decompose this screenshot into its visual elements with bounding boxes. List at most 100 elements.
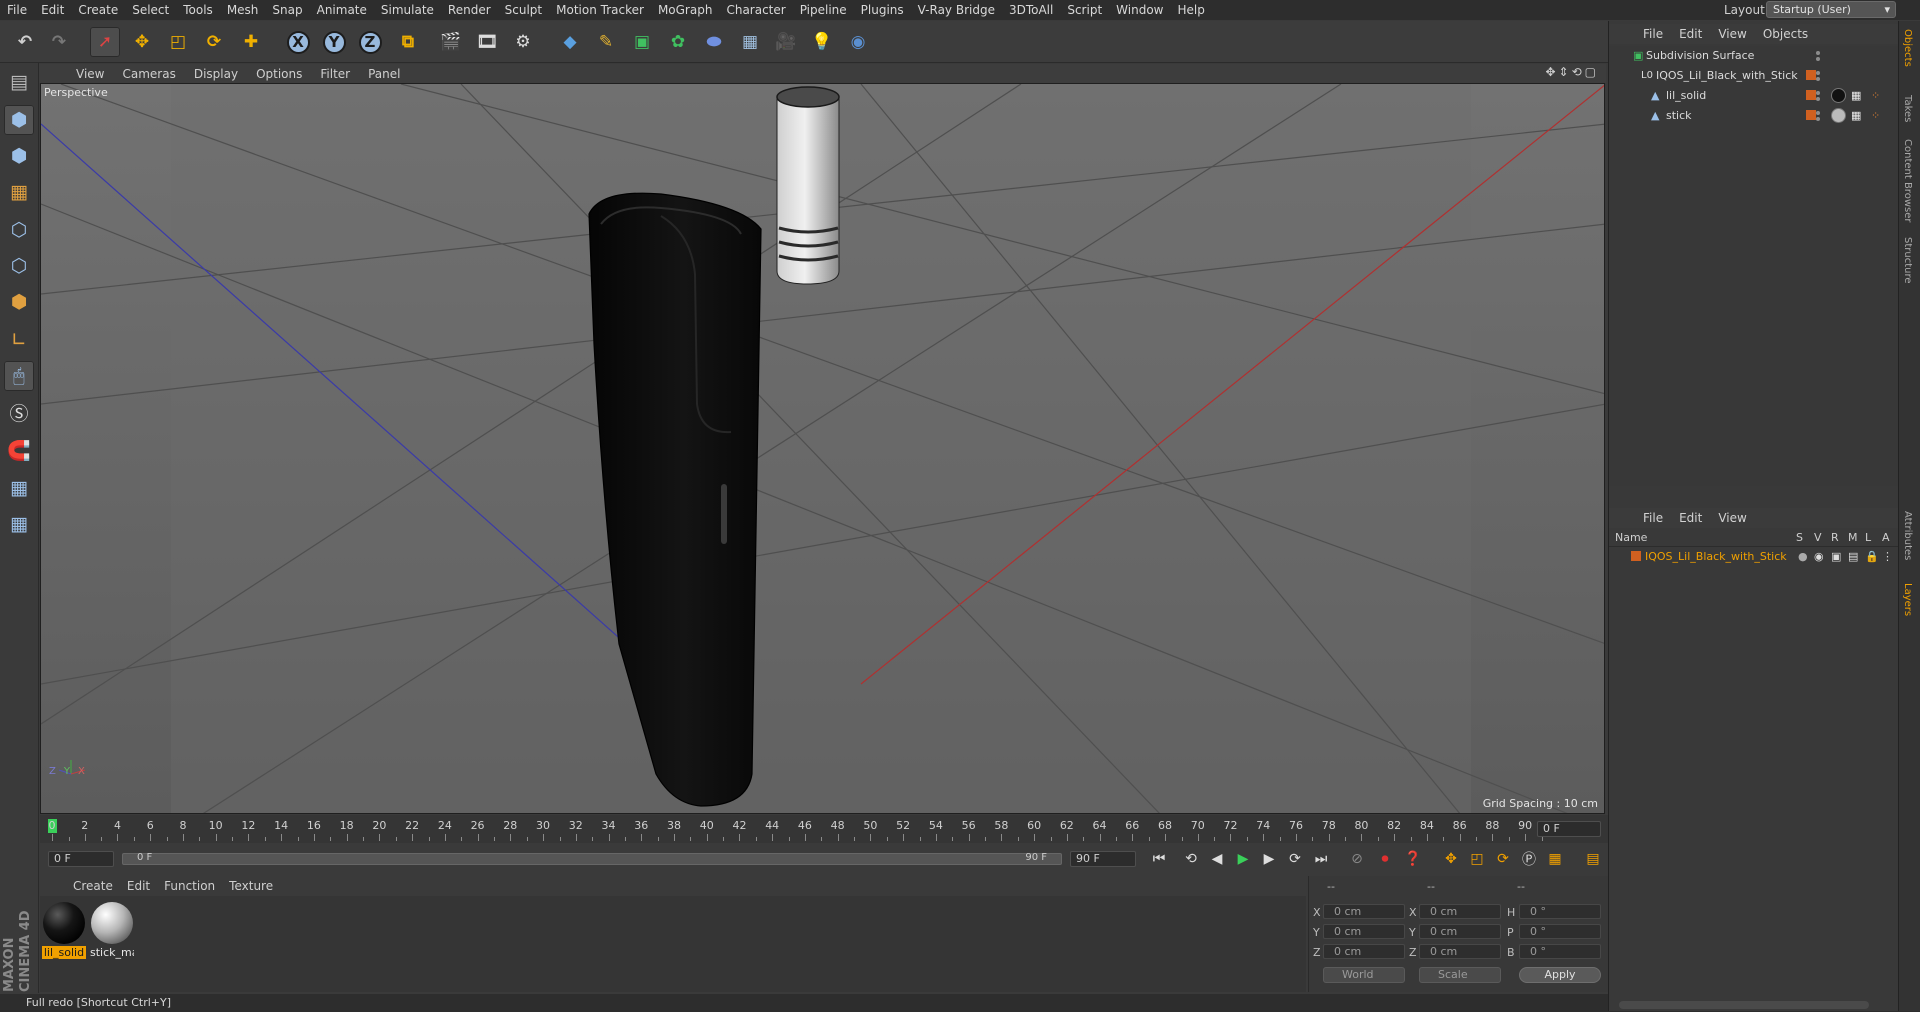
layer-solo-icon[interactable]: ● xyxy=(1798,547,1808,566)
menu-vray-bridge[interactable]: V-Ray Bridge xyxy=(911,3,1002,17)
goto-start-icon[interactable]: ⏮ xyxy=(1148,848,1170,870)
object-row-lil-solid[interactable]: ▲ lil_solid ▦ ⁘ xyxy=(1609,86,1899,105)
planar-workplane-icon[interactable]: ▦ xyxy=(4,509,34,539)
objects-menu-edit[interactable]: Edit xyxy=(1671,27,1710,41)
coord-size-y-field[interactable]: 0 cm xyxy=(1419,924,1501,939)
rotate-icon[interactable]: ⟳ xyxy=(199,27,229,57)
layer-render-icon[interactable]: ▣ xyxy=(1831,547,1841,566)
menu-animate[interactable]: Animate xyxy=(310,3,374,17)
prev-frame-icon[interactable]: ◀ xyxy=(1206,848,1228,870)
live-select-icon[interactable]: ➚ xyxy=(90,27,120,57)
menu-tools[interactable]: Tools xyxy=(176,3,220,17)
motion-record-icon[interactable]: ⊘ xyxy=(1346,848,1368,870)
layers-menu-edit[interactable]: Edit xyxy=(1671,511,1710,525)
scale-icon[interactable]: ◰ xyxy=(163,27,193,57)
viewport-menu-view[interactable]: View xyxy=(67,67,113,81)
pen-icon[interactable]: ✎ xyxy=(591,27,621,57)
layers-menu-file[interactable]: File xyxy=(1635,511,1671,525)
material-stick[interactable]: stick_ma xyxy=(90,902,134,959)
material-menu-function[interactable]: Function xyxy=(157,879,222,893)
coord-size-x-field[interactable]: 0 cm xyxy=(1419,904,1501,919)
lock-workplane-icon[interactable]: ▦ xyxy=(4,473,34,503)
material-menu-edit[interactable]: Edit xyxy=(120,879,157,893)
coord-rot-b-field[interactable]: 0 ° xyxy=(1519,944,1601,959)
layer-animation-icon[interactable]: ⋮ xyxy=(1882,547,1893,566)
menu-simulate[interactable]: Simulate xyxy=(374,3,441,17)
coord-mode-select[interactable]: Scale xyxy=(1419,967,1501,983)
key-position-icon[interactable]: ✥ xyxy=(1440,848,1462,870)
coord-pos-z-field[interactable]: 0 cm xyxy=(1323,944,1405,959)
dolly-icon[interactable]: ⇕ xyxy=(1559,65,1569,79)
camera-icon[interactable]: 🎥 xyxy=(771,27,801,57)
viewport-menu-cameras[interactable]: Cameras xyxy=(113,67,184,81)
material-lil-solid[interactable]: lil_solid xyxy=(42,902,86,959)
snap-icon[interactable]: Ⓢ xyxy=(4,397,34,427)
menu-3dtoall[interactable]: 3DToAll xyxy=(1002,3,1060,17)
key-pla-icon[interactable]: ▦ xyxy=(1544,848,1566,870)
menu-plugins[interactable]: Plugins xyxy=(854,3,911,17)
record-icon[interactable]: ⏺ xyxy=(1374,848,1396,870)
object-row-subdivision[interactable]: ▣ Subdivision Surface xyxy=(1609,46,1899,65)
orbit-icon[interactable]: ⟲ xyxy=(1572,65,1582,79)
start-frame-field[interactable]: 0 F xyxy=(48,851,114,867)
edges-mode-icon[interactable]: ⬡ xyxy=(4,251,34,281)
maximize-icon[interactable]: ▢ xyxy=(1585,65,1596,79)
points-mode-icon[interactable]: ⬡ xyxy=(4,215,34,245)
object-row-iqos[interactable]: L0 IQOS_Lil_Black_with_Stick xyxy=(1609,66,1899,85)
menu-help[interactable]: Help xyxy=(1170,3,1211,17)
menu-render[interactable]: Render xyxy=(441,3,498,17)
objects-menu-objects[interactable]: Objects xyxy=(1755,27,1816,41)
timeline-ruler[interactable]: 0 2 4 6 8 10 12 14 16 18 20 22 24 26 28 30 32 34 36 38 40 42 4… xyxy=(48,817,1543,841)
workplane-icon[interactable]: ▦ xyxy=(4,177,34,207)
next-frame-icon[interactable]: ▶ xyxy=(1258,848,1280,870)
play-icon[interactable]: ▶ xyxy=(1232,848,1254,870)
range-slider[interactable]: 0 F 90 F xyxy=(122,852,1062,865)
render-view-icon[interactable]: 🎬 xyxy=(436,27,466,57)
viewport-menu-display[interactable]: Display xyxy=(185,67,247,81)
coordinate-system-icon[interactable]: ⧉ xyxy=(393,27,423,57)
python-icon[interactable]: ◉ xyxy=(843,27,873,57)
menu-character[interactable]: Character xyxy=(719,3,792,17)
layer-row[interactable]: IQOS_Lil_Black_with_Stick ● ◉ ▣ ▤ 🔒 ⋮ xyxy=(1609,547,1899,566)
material-menu-texture[interactable]: Texture xyxy=(222,879,280,893)
menu-mesh[interactable]: Mesh xyxy=(220,3,266,17)
render-picture-viewer-icon[interactable]: 🎞 xyxy=(472,27,502,57)
menu-select[interactable]: Select xyxy=(125,3,176,17)
x-axis-icon[interactable]: X xyxy=(283,27,313,57)
object-row-stick[interactable]: ▲ stick ▦ ⁘ xyxy=(1609,106,1899,125)
cube-icon[interactable]: ◆ xyxy=(555,27,585,57)
y-axis-icon[interactable]: Y xyxy=(319,27,349,57)
layer-manager-icon[interactable]: ▤ xyxy=(1848,547,1858,566)
move-icon[interactable]: ✥ xyxy=(127,27,157,57)
phong-tag-icon[interactable]: ⁘ xyxy=(1871,86,1880,105)
timeline-window-icon[interactable]: ▤ xyxy=(1582,848,1604,870)
tab-structure[interactable]: Structure xyxy=(1902,237,1913,284)
objects-menu-file[interactable]: File xyxy=(1635,27,1671,41)
viewport-menu-options[interactable]: Options xyxy=(247,67,311,81)
coord-pos-y-field[interactable]: 0 cm xyxy=(1323,924,1405,939)
current-frame-field[interactable]: 0 F xyxy=(1537,821,1601,837)
redo-icon[interactable]: ↷ xyxy=(44,27,74,57)
goto-end-icon[interactable]: ⏭ xyxy=(1310,848,1332,870)
key-scale-icon[interactable]: ◰ xyxy=(1466,848,1488,870)
light-icon[interactable]: 💡 xyxy=(807,27,837,57)
model-mode-icon[interactable]: ⬢ xyxy=(4,105,34,135)
pan-icon[interactable]: ✥ xyxy=(1545,65,1555,79)
tab-objects[interactable]: Objects xyxy=(1902,29,1913,67)
objects-menu-view[interactable]: View xyxy=(1710,27,1754,41)
axis-mode-icon[interactable]: ∟ xyxy=(4,325,34,355)
viewport-menu-panel[interactable]: Panel xyxy=(359,67,409,81)
tweak-mode-icon[interactable]: 🖱 xyxy=(4,361,34,391)
tab-takes[interactable]: Takes xyxy=(1902,95,1913,122)
menu-mograph[interactable]: MoGraph xyxy=(651,3,720,17)
material-menu-create[interactable]: Create xyxy=(66,879,120,893)
prev-key-icon[interactable]: ⟲ xyxy=(1180,848,1202,870)
menu-window[interactable]: Window xyxy=(1109,3,1170,17)
coord-space-select[interactable]: World xyxy=(1323,967,1405,983)
layer-lock-icon[interactable]: 🔒 xyxy=(1865,547,1879,566)
end-frame-field[interactable]: 90 F xyxy=(1070,851,1136,867)
autokey-icon[interactable]: ❓ xyxy=(1402,848,1424,870)
layer-visible-icon[interactable]: ◉ xyxy=(1814,547,1824,566)
viewport-perspective[interactable]: Perspective Grid Spacing : 10 cm Z Y X xyxy=(40,83,1605,814)
menu-file[interactable]: File xyxy=(0,3,34,17)
